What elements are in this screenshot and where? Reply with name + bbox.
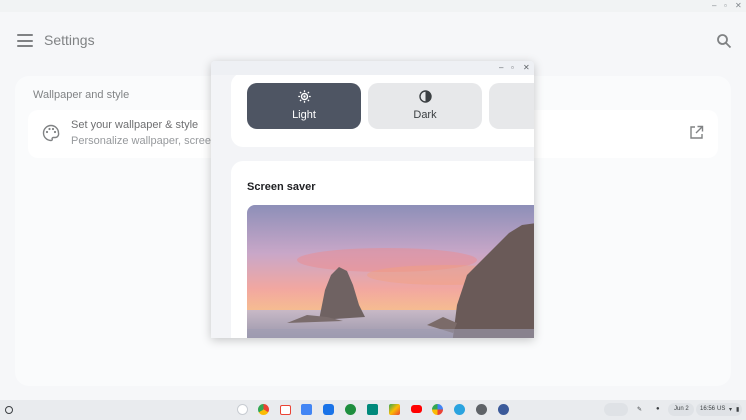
youtube-icon[interactable] <box>411 405 422 413</box>
half-moon-icon <box>418 90 432 103</box>
float-minimize-button[interactable]: – <box>499 63 503 73</box>
steam-icon[interactable] <box>498 404 509 415</box>
float-close-button[interactable]: ✕ <box>523 63 530 73</box>
float-maximize-button[interactable]: ▫ <box>511 63 514 73</box>
wifi-icon: ▾ <box>729 407 733 413</box>
open-external-icon[interactable] <box>689 125 704 140</box>
settings-icon[interactable] <box>476 404 487 415</box>
screen-saver-preview-image[interactable] <box>247 205 534 338</box>
menu-icon[interactable] <box>17 34 33 47</box>
photos-icon[interactable] <box>432 404 443 415</box>
files-icon[interactable] <box>323 404 334 415</box>
stylus-icon[interactable]: ✎ <box>637 406 642 413</box>
row-title: Set your wallpaper & style <box>71 119 199 131</box>
telegram-icon[interactable] <box>454 404 465 415</box>
docs-icon[interactable] <box>301 404 312 415</box>
section-title: Wallpaper and style <box>33 89 130 101</box>
minimize-button[interactable]: – <box>712 1 716 11</box>
close-button[interactable]: ✕ <box>735 1 742 11</box>
play-store-icon[interactable] <box>389 404 400 415</box>
screen-saver-card: Screen saver <box>231 161 534 338</box>
window-caption-bar: – ▫ ✕ <box>0 0 746 12</box>
personalization-window: Light Dark Screen saver – ▫ ✕ <box>211 61 534 338</box>
search-icon[interactable] <box>716 33 732 49</box>
theme-label-light: Light <box>292 109 316 121</box>
gmail-icon[interactable] <box>280 405 291 415</box>
assistant-icon[interactable] <box>237 404 248 415</box>
page-title: Settings <box>44 32 95 48</box>
notification-icon[interactable]: ● <box>656 406 660 412</box>
theme-option-auto[interactable] <box>489 83 534 129</box>
time-text: 16:56 <box>700 406 716 412</box>
theme-label-dark: Dark <box>413 109 437 121</box>
battery-icon: ▮ <box>736 407 740 413</box>
chrome-icon[interactable] <box>258 404 269 415</box>
palette-icon <box>42 124 60 142</box>
theme-card: Light Dark <box>231 73 534 147</box>
floating-window-caption: – ▫ ✕ <box>211 61 534 75</box>
date-text: Jun 2 <box>674 406 689 412</box>
shelf: ✎ ● Jun 2 16:56 US ▾ ▮ <box>0 400 746 420</box>
region-text: US <box>717 406 726 412</box>
sun-icon <box>297 90 311 103</box>
tray-holding-space[interactable] <box>604 403 628 416</box>
theme-option-dark[interactable]: Dark <box>368 83 482 129</box>
launcher-button[interactable] <box>5 406 13 414</box>
chat-icon[interactable] <box>345 404 356 415</box>
theme-option-light[interactable]: Light <box>247 83 361 129</box>
screen-saver-title: Screen saver <box>247 181 316 193</box>
meet-icon[interactable] <box>367 404 378 415</box>
row-subtitle: Personalize wallpaper, screen s <box>71 135 211 147</box>
maximize-button[interactable]: ▫ <box>724 1 727 11</box>
